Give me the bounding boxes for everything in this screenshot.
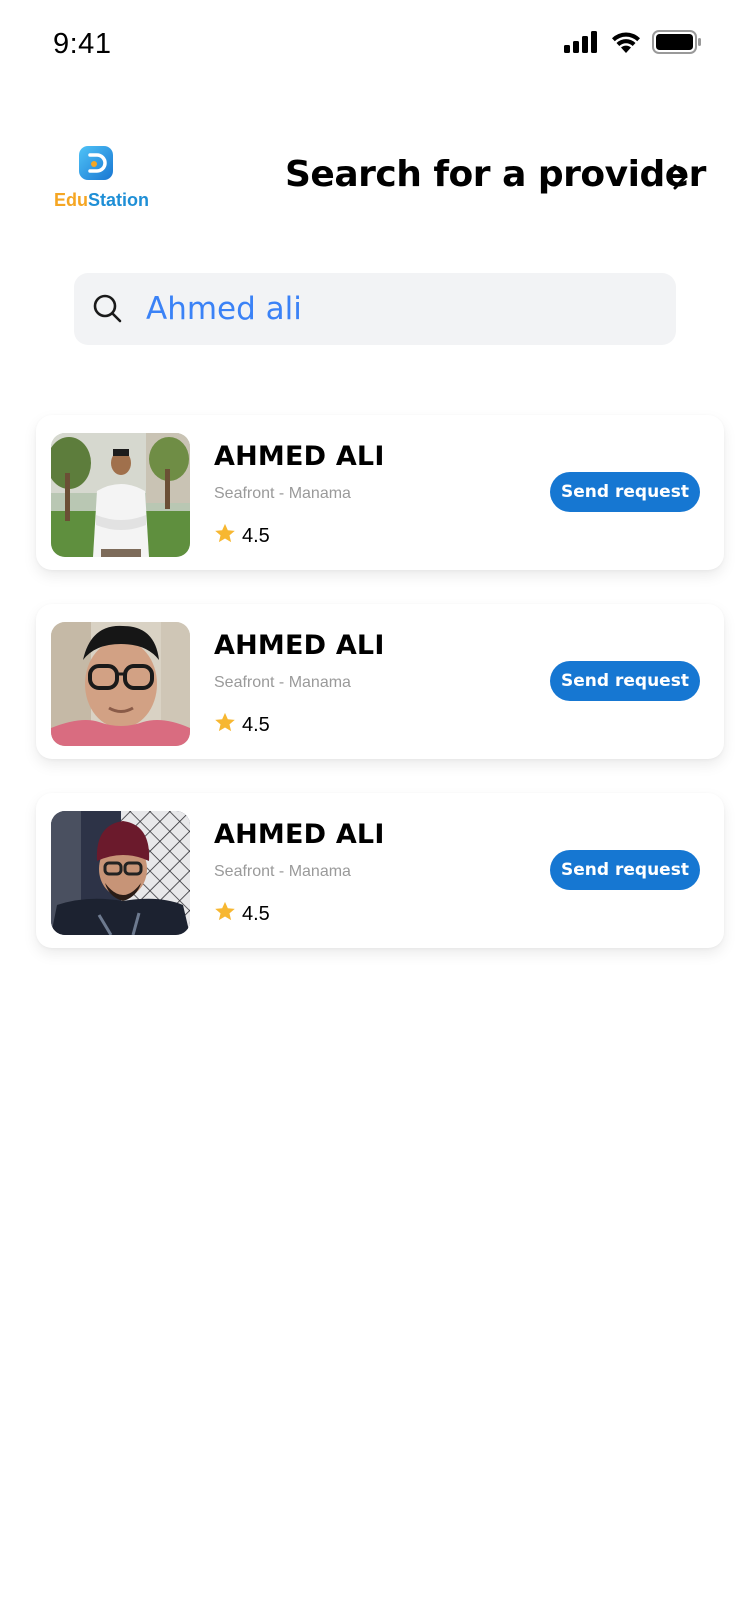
provider-location: Seafront - Manama bbox=[214, 674, 351, 691]
provider-location: Seafront - Manama bbox=[214, 863, 351, 880]
provider-rating: 4.5 bbox=[214, 712, 270, 738]
header: EduStation Search for a provider bbox=[0, 130, 750, 230]
cellular-signal-icon bbox=[564, 31, 600, 58]
wifi-icon bbox=[610, 31, 642, 58]
provider-avatar bbox=[51, 622, 190, 746]
provider-rating: 4.5 bbox=[214, 901, 270, 927]
status-bar: 9:41 bbox=[0, 0, 750, 92]
send-request-button[interactable]: Send request bbox=[550, 850, 700, 890]
rating-value: 4.5 bbox=[242, 713, 270, 736]
send-request-button[interactable]: Send request bbox=[550, 661, 700, 701]
star-icon bbox=[214, 523, 236, 549]
provider-location: Seafront - Manama bbox=[214, 485, 351, 502]
provider-name: AHMED ALI bbox=[214, 819, 385, 850]
search-icon bbox=[92, 293, 124, 330]
provider-rating: 4.5 bbox=[214, 523, 270, 549]
send-request-button[interactable]: Send request bbox=[550, 472, 700, 512]
provider-card[interactable]: AHMED ALI Seafront - Manama 4.5 Send req… bbox=[36, 793, 724, 948]
logo-text-edu: Edu bbox=[54, 190, 88, 210]
star-icon bbox=[214, 712, 236, 738]
provider-avatar bbox=[51, 433, 190, 557]
provider-card[interactable]: AHMED ALI Seafront - Manama 4.5 Send req… bbox=[36, 604, 724, 759]
provider-avatar bbox=[51, 811, 190, 935]
logo-text-station: Station bbox=[88, 190, 149, 210]
logo-text: EduStation bbox=[54, 190, 149, 211]
chevron-right-icon[interactable] bbox=[670, 162, 690, 197]
star-icon bbox=[214, 901, 236, 927]
status-icons bbox=[564, 30, 702, 59]
battery-icon bbox=[652, 30, 702, 59]
provider-name: AHMED ALI bbox=[214, 630, 385, 661]
status-time: 9:41 bbox=[53, 28, 112, 60]
rating-value: 4.5 bbox=[242, 902, 270, 925]
logo-mark-icon bbox=[79, 146, 113, 180]
page-title: Search for a provider bbox=[285, 154, 706, 195]
edustation-logo: EduStation bbox=[54, 144, 154, 214]
search-input[interactable] bbox=[146, 273, 646, 345]
search-box[interactable] bbox=[74, 273, 676, 345]
provider-card[interactable]: AHMED ALI Seafront - Manama 4.5 Send req… bbox=[36, 415, 724, 570]
provider-name: AHMED ALI bbox=[214, 441, 385, 472]
rating-value: 4.5 bbox=[242, 524, 270, 547]
